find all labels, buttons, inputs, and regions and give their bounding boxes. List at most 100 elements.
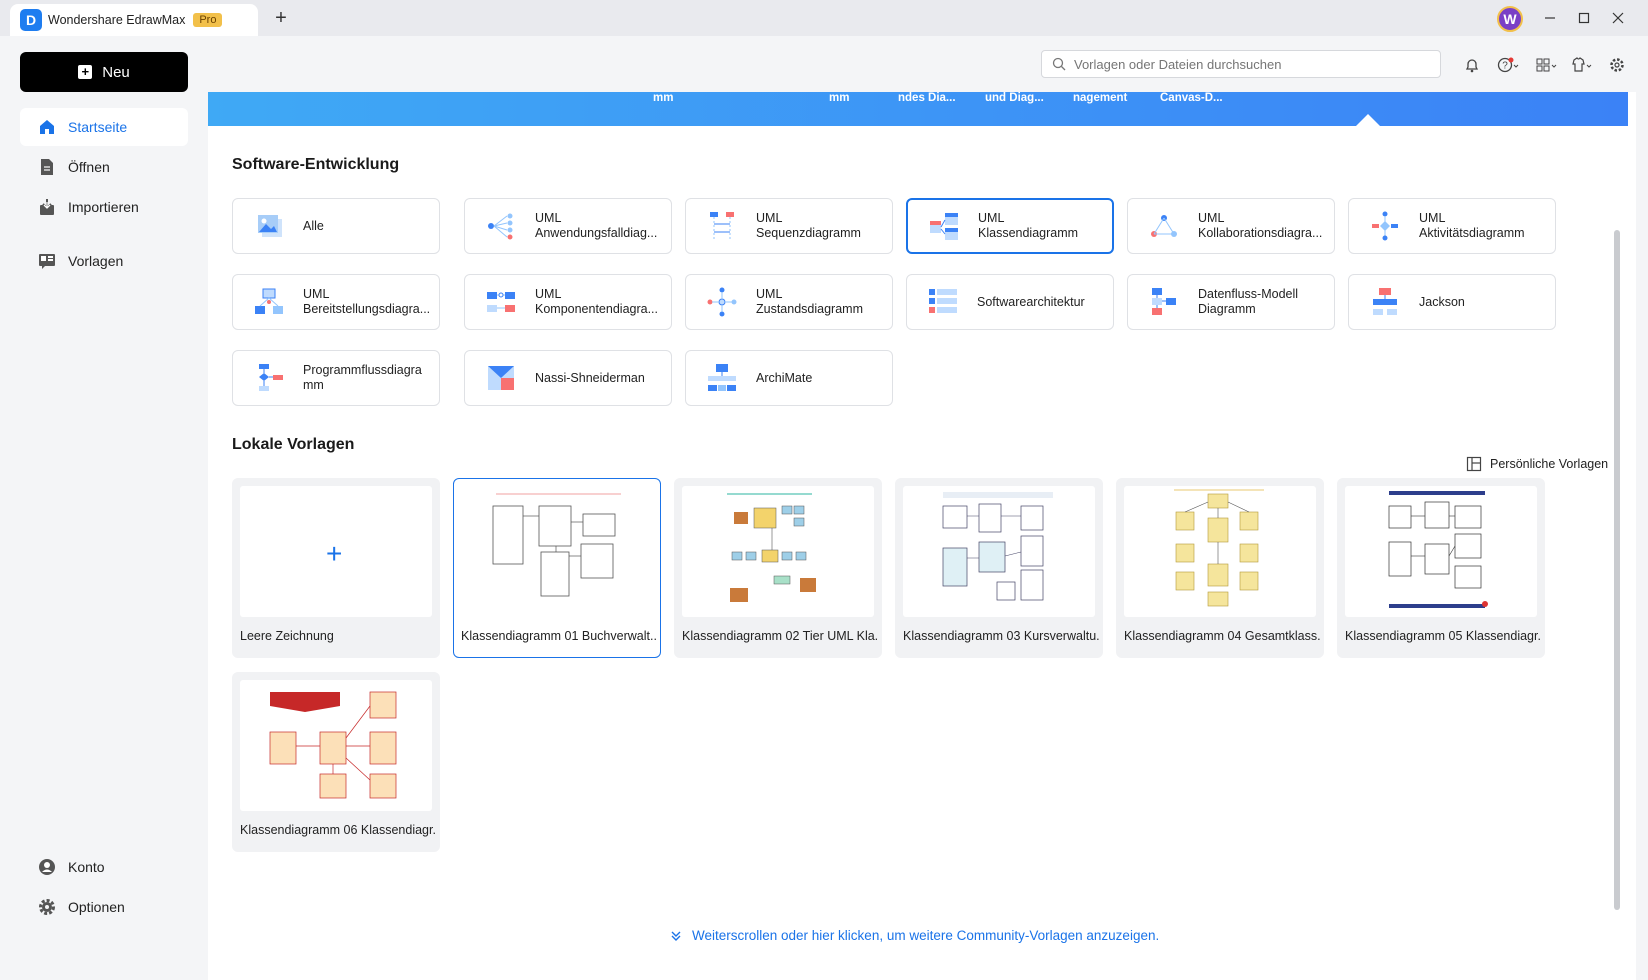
layout-panel-icon (1466, 456, 1482, 472)
template-card-blank[interactable]: + Leere Zeichnung (232, 478, 440, 658)
chevron-double-down-icon (671, 931, 681, 941)
template-thumbnail (461, 486, 653, 617)
scrollbar[interactable] (1614, 230, 1620, 910)
sidebar-item-settings[interactable]: Optionen (20, 888, 188, 926)
help-icon[interactable]: ? (1497, 54, 1519, 76)
new-tab-plus-icon[interactable]: + (270, 7, 292, 29)
collaboration-diagram-icon (1151, 215, 1177, 237)
category-card-software-architecture[interactable]: Softwarearchitektur (906, 274, 1114, 330)
sidebar-item-account[interactable]: Konto (20, 848, 188, 886)
sequence-diagram-icon (710, 212, 734, 240)
app-title: Wondershare EdrawMax (48, 13, 186, 27)
category-card-activity[interactable]: UML Aktivitätsdiagramm (1348, 198, 1556, 254)
category-card-collaboration[interactable]: UML Kollaborationsdiagra... (1127, 198, 1335, 254)
banner-label[interactable]: mm (829, 92, 849, 104)
category-label: UML Komponentendiagra... (535, 287, 659, 316)
sidebar: + Neu Startseite Öffnen Importieren Vorl… (0, 36, 208, 980)
sidebar-item-templates[interactable]: Vorlagen (20, 242, 188, 280)
category-card-class[interactable]: UML Klassendiagramm (906, 198, 1114, 254)
template-label: Klassendiagramm 02 Tier UML Kla... (682, 629, 878, 643)
template-label: Klassendiagramm 04 Gesamtklass... (1124, 629, 1320, 643)
banner-label[interactable]: ndes Dia... (898, 92, 956, 104)
deployment-diagram-icon (255, 288, 283, 314)
new-button[interactable]: + Neu (20, 52, 188, 92)
sidebar-item-label: Importieren (68, 199, 139, 215)
category-label: Softwarearchitektur (977, 294, 1085, 309)
sidebar-item-label: Öffnen (68, 159, 110, 175)
shirt-theme-icon[interactable] (1570, 54, 1592, 76)
settings-icon (39, 899, 55, 915)
category-label: UML Aktivitätsdiagramm (1419, 211, 1525, 240)
templates-icon (39, 254, 55, 269)
category-label: Jackson (1419, 294, 1465, 309)
account-icon (39, 859, 55, 875)
category-card-nassi-shneiderman[interactable]: Nassi-Shneiderman (464, 350, 672, 406)
category-card-sequence[interactable]: UML Sequenzdiagramm (685, 198, 893, 254)
category-card-deployment[interactable]: UML Bereitstellungsdiagra... (232, 274, 440, 330)
category-label: UML Sequenzdiagramm (756, 211, 861, 240)
all-templates-icon (258, 215, 282, 237)
template-card[interactable]: Klassendiagramm 01 Buchverwalt... (453, 478, 661, 658)
sidebar-item-import[interactable]: Importieren (20, 188, 188, 226)
gear-icon[interactable] (1606, 54, 1628, 76)
template-label: Leere Zeichnung (240, 629, 334, 643)
class-diagram-icon (930, 213, 958, 240)
program-flow-icon (259, 364, 283, 391)
category-banner: mm mm ndes Dia... und Diag... nagement C… (208, 92, 1628, 126)
category-label: Programmflussdiagra mm (303, 363, 422, 392)
category-card-dataflow[interactable]: Datenfluss-Modell Diagramm (1127, 274, 1335, 330)
minimize-icon[interactable] (1540, 8, 1560, 28)
template-thumbnail (240, 680, 432, 811)
software-architecture-icon (929, 289, 957, 313)
maximize-icon[interactable] (1574, 8, 1594, 28)
sidebar-item-home[interactable]: Startseite (20, 108, 188, 146)
apps-grid-icon[interactable] (1535, 54, 1557, 76)
edrawmax-logo-icon: D (20, 9, 42, 31)
category-label: ArchiMate (756, 370, 813, 385)
category-card-jackson[interactable]: Jackson (1348, 274, 1556, 330)
category-card-program-flow[interactable]: Programmflussdiagra mm (232, 350, 440, 406)
bell-icon[interactable] (1461, 54, 1483, 76)
banner-label[interactable]: Canvas-D... (1160, 92, 1223, 104)
category-card-all[interactable]: Alle (232, 198, 440, 254)
category-label: Alle (303, 218, 324, 233)
close-icon[interactable] (1608, 8, 1628, 28)
sidebar-item-open[interactable]: Öffnen (20, 148, 188, 186)
template-card[interactable]: Klassendiagramm 06 Klassendiagr... (232, 672, 440, 852)
banner-pointer (1356, 114, 1380, 126)
user-avatar[interactable]: W (1497, 6, 1523, 32)
banner-label[interactable]: mm (653, 92, 673, 104)
category-card-state[interactable]: UML Zustandsdiagramm (685, 274, 893, 330)
jackson-diagram-icon (1373, 288, 1397, 315)
more-templates-link[interactable]: Weiterscrollen oder hier klicken, um wei… (670, 928, 1159, 943)
search-input[interactable] (1074, 56, 1434, 72)
sidebar-item-label: Startseite (68, 119, 128, 135)
personal-templates-link[interactable]: Persönliche Vorlagen (1466, 456, 1608, 472)
sidebar-item-label: Vorlagen (68, 253, 124, 269)
template-card[interactable]: Klassendiagramm 05 Klassendiagr... (1337, 478, 1545, 658)
category-card-use-case[interactable]: UML Anwendungsfalldiag... (464, 198, 672, 254)
template-thumbnail: + (240, 486, 432, 617)
category-card-archimate[interactable]: ArchiMate (685, 350, 893, 406)
category-card-component[interactable]: UML Komponentendiagra... (464, 274, 672, 330)
banner-label[interactable]: nagement (1073, 92, 1127, 104)
nassi-shneiderman-icon (488, 366, 514, 390)
category-label: UML Klassendiagramm (978, 211, 1079, 240)
state-diagram-icon (707, 287, 737, 317)
section-title-local: Lokale Vorlagen (232, 436, 355, 453)
category-label: UML Zustandsdiagramm (756, 287, 863, 316)
home-icon (40, 120, 54, 134)
template-label: Klassendiagramm 01 Buchverwalt... (461, 629, 657, 643)
section-title-software: Software-Entwicklung (232, 156, 400, 173)
search-box[interactable] (1041, 50, 1441, 78)
pro-badge: Pro (193, 13, 223, 27)
banner-label[interactable]: und Diag... (985, 92, 1044, 104)
template-label: Klassendiagramm 06 Klassendiagr... (240, 823, 436, 837)
app-tab[interactable]: D Wondershare EdrawMax Pro (10, 4, 258, 36)
template-card[interactable]: Klassendiagramm 02 Tier UML Kla... (674, 478, 882, 658)
template-card[interactable]: Klassendiagramm 03 Kursverwaltu... (895, 478, 1103, 658)
template-card[interactable]: Klassendiagramm 04 Gesamtklass... (1116, 478, 1324, 658)
component-diagram-icon (487, 292, 515, 312)
activity-diagram-icon (1372, 211, 1398, 241)
import-icon (40, 199, 54, 215)
